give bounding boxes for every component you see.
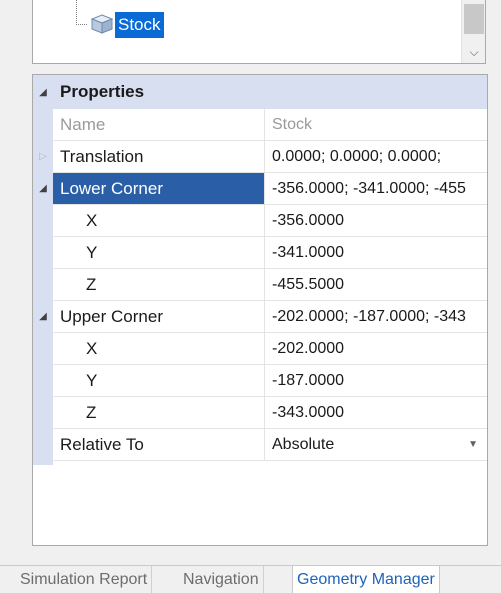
tab-geometry-manager[interactable]: Geometry Manager [292, 566, 440, 593]
property-value[interactable]: 0.0000; 0.0000; 0.0000; [265, 141, 487, 172]
expand-triangle-icon[interactable]: ▷ [33, 141, 53, 172]
property-row-name[interactable]: Name Stock [53, 109, 487, 141]
collapse-triangle-icon[interactable]: ◢ [33, 173, 53, 204]
dropdown-arrow-icon[interactable]: ▼ [468, 429, 478, 460]
property-name: Translation [53, 141, 265, 172]
property-row-relative-to[interactable]: Relative To Absolute ▼ [53, 429, 487, 461]
property-row-upper-y[interactable]: Y -187.0000 [53, 365, 487, 397]
tab-simulation-report[interactable]: Simulation Report [16, 566, 153, 593]
property-name: Z [53, 397, 265, 428]
property-row-lower-x[interactable]: X -356.0000 [53, 205, 487, 237]
tree-scroll-thumb[interactable] [464, 4, 484, 34]
property-row-lower-y[interactable]: Y -341.0000 [53, 237, 487, 269]
property-name: Y [53, 365, 265, 396]
property-name: Y [53, 237, 265, 268]
category-label: Properties [60, 82, 145, 101]
property-value[interactable]: -343.0000 [265, 397, 487, 428]
property-value[interactable]: -341.0000 [265, 237, 487, 268]
property-name: Relative To [53, 429, 265, 460]
grid-gutter [33, 75, 53, 465]
relative-to-select[interactable]: Absolute [265, 429, 487, 460]
property-value[interactable]: -202.0000; -187.0000; -343 [265, 301, 487, 332]
property-name: Upper Corner [53, 301, 265, 332]
property-name: X [53, 333, 265, 364]
property-value[interactable]: -202.0000 [265, 333, 487, 364]
property-row-upper-x[interactable]: X -202.0000 [53, 333, 487, 365]
property-value[interactable]: -187.0000 [265, 365, 487, 396]
property-name: Lower Corner [53, 173, 265, 204]
tree-scrollbar[interactable]: ⌵ [461, 0, 485, 63]
property-grid: ◢ Properties Name Stock ▷ Translation 0.… [32, 74, 488, 546]
tree-item-stock[interactable]: Stock [115, 12, 164, 38]
scroll-down-icon[interactable]: ⌵ [462, 45, 485, 60]
geometry-tree[interactable]: Stock ⌵ [32, 0, 486, 64]
stock-box-icon [90, 13, 114, 35]
property-name: Z [53, 269, 265, 300]
property-row-upper-corner[interactable]: ◢ Upper Corner -202.0000; -187.0000; -34… [39, 301, 487, 333]
property-value[interactable]: -356.0000; -341.0000; -455 [265, 173, 487, 204]
property-row-lower-z[interactable]: Z -455.5000 [53, 269, 487, 301]
property-value[interactable]: -455.5000 [265, 269, 487, 300]
category-properties[interactable]: ◢ Properties [33, 75, 487, 109]
property-name: Name [53, 109, 265, 140]
property-row-upper-z[interactable]: Z -343.0000 [53, 397, 487, 429]
tab-navigation[interactable]: Navigation [179, 566, 264, 593]
property-row-lower-corner[interactable]: ◢ Lower Corner -356.0000; -341.0000; -45… [39, 173, 487, 205]
property-name: X [53, 205, 265, 236]
collapse-triangle-icon[interactable]: ◢ [33, 87, 53, 98]
tree-connector-line [76, 0, 87, 25]
property-value[interactable]: -356.0000 [265, 205, 487, 236]
property-value: Stock [272, 116, 313, 133]
panel-tabs: Simulation Report Navigation Geometry Ma… [0, 565, 501, 593]
property-row-translation[interactable]: ▷ Translation 0.0000; 0.0000; 0.0000; [39, 141, 487, 173]
collapse-triangle-icon[interactable]: ◢ [33, 301, 53, 332]
